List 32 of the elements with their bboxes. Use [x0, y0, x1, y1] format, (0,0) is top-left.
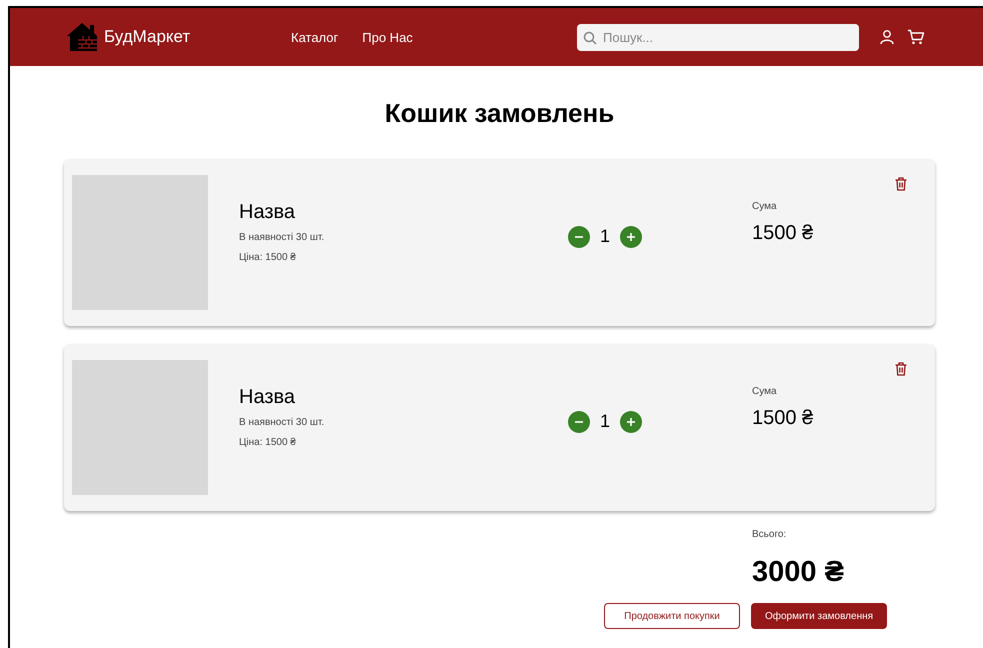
plus-icon	[626, 416, 636, 426]
price-text: Ціна: 1500 ₴	[239, 252, 297, 263]
page-title: Кошик замовлень	[384, 98, 616, 129]
trash-icon[interactable]	[895, 177, 907, 191]
stock-text: В наявності 30 шт.	[239, 417, 326, 428]
user-icon[interactable]	[879, 29, 895, 45]
sum-label: Сума	[752, 200, 778, 212]
brand-name[interactable]: БудМаркет	[104, 27, 190, 47]
checkout-button[interactable]: Оформити замовлення	[751, 603, 887, 629]
product-name: Назва	[239, 201, 296, 224]
total-value: 3000 ₴	[752, 556, 845, 589]
quantity-value: 1	[600, 411, 610, 432]
sum-value: 1500 ₴	[752, 406, 814, 430]
nav-link[interactable]: Про Нас	[362, 30, 413, 44]
house-icon	[66, 21, 98, 53]
sum-value: 1500 ₴	[752, 222, 814, 244]
trash-icon[interactable]	[895, 362, 907, 376]
total-label: Всього:	[752, 529, 788, 540]
increase-button[interactable]	[620, 226, 642, 248]
search-field[interactable]: Пошук...	[577, 24, 859, 50]
cart-icon[interactable]	[907, 29, 925, 45]
sum-label: Сума	[752, 386, 778, 396]
continue-button[interactable]: Продовжити покупки	[604, 603, 740, 629]
price-text: Ціна: 1500 ₴	[239, 437, 297, 448]
increase-button[interactable]	[620, 410, 642, 432]
decrease-button[interactable]	[568, 226, 590, 248]
plus-icon	[626, 232, 636, 242]
decrease-button[interactable]	[568, 410, 590, 432]
nav-link[interactable]: Каталог	[291, 30, 338, 44]
product-name: Назва	[239, 386, 296, 409]
quantity-value: 1	[600, 226, 610, 247]
stock-text: В наявності 30 шт.	[239, 232, 326, 243]
